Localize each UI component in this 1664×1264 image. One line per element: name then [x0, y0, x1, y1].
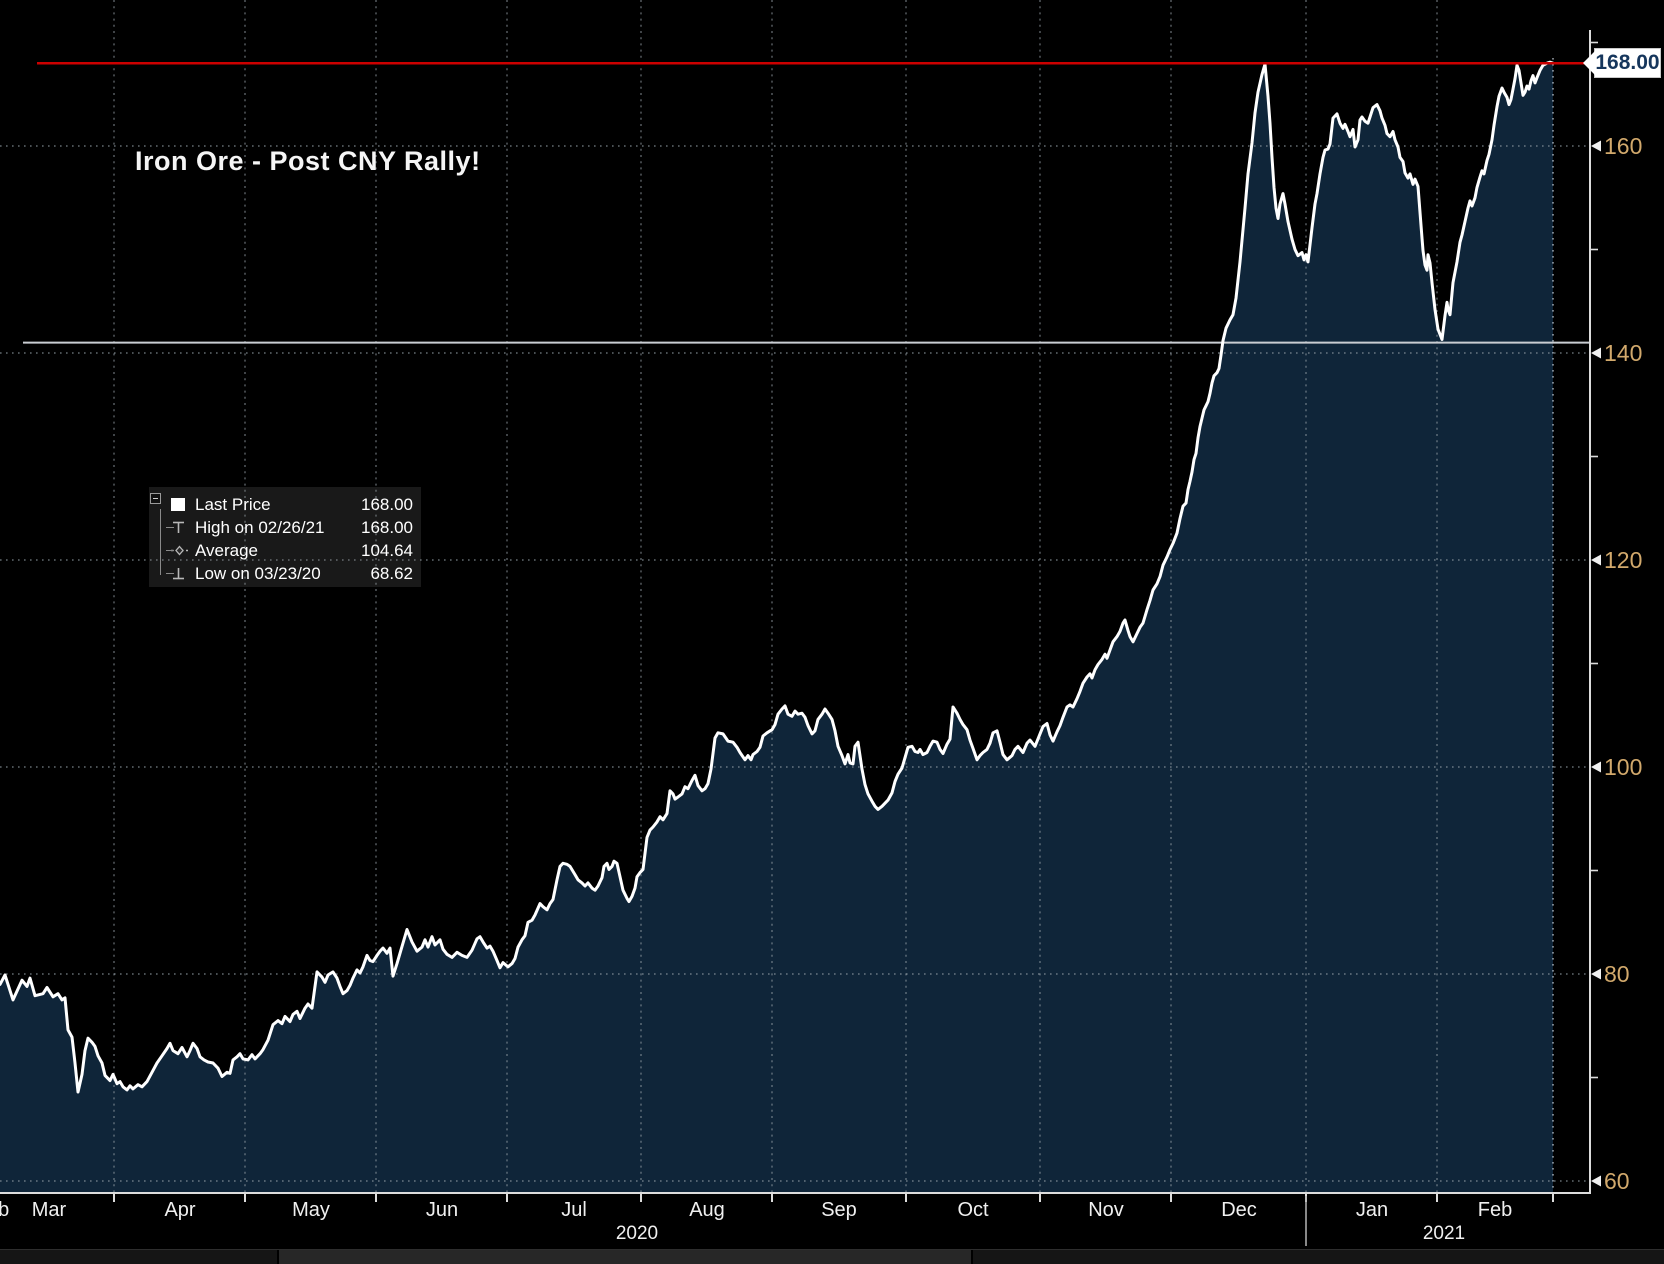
month-label: Feb [1478, 1199, 1512, 1221]
year-label: 2020 [616, 1223, 658, 1244]
y-axis-label: 60 [1604, 1168, 1630, 1194]
chart-title: Iron Ore - Post CNY Rally! [135, 146, 481, 177]
y-tick-arrow [1591, 141, 1601, 152]
legend-row-low-on-03-23-20[interactable]: Low on 03/23/2068.62 [155, 562, 413, 585]
legend-label: Low on 03/23/20 [195, 564, 370, 584]
month-label: Jan [1356, 1199, 1388, 1221]
legend-label: High on 02/26/21 [195, 518, 361, 538]
y-axis-label: 120 [1604, 547, 1642, 573]
horizontal-scrollbar[interactable] [0, 1249, 1664, 1264]
y-tick-arrow [1591, 555, 1601, 566]
legend-tree-stub [166, 550, 174, 551]
legend-value: 168.00 [361, 495, 413, 515]
y-axis-label: 80 [1604, 961, 1630, 987]
year-label: 2021 [1423, 1223, 1465, 1244]
legend-label: Last Price [195, 495, 361, 515]
y-tick-arrow [1591, 762, 1601, 773]
series-color-swatch-icon [171, 498, 185, 511]
chart-legend: Last Price168.00High on 02/26/21168.00Av… [149, 487, 421, 587]
y-axis-label: 160 [1604, 133, 1642, 159]
legend-value: 104.64 [361, 541, 413, 561]
y-axis-label: 140 [1604, 340, 1642, 366]
legend-tree-stub [166, 573, 174, 574]
legend-value: 168.00 [361, 518, 413, 538]
month-label: Jul [561, 1199, 587, 1221]
month-label: May [292, 1199, 330, 1221]
legend-row-average[interactable]: Average104.64 [155, 539, 413, 562]
month-label: Dec [1221, 1199, 1257, 1221]
legend-row-last-price[interactable]: Last Price168.00 [155, 493, 413, 516]
month-label: Jun [426, 1199, 458, 1221]
partial-month-label: Feb [0, 1199, 9, 1221]
month-label: Nov [1088, 1199, 1124, 1221]
last-price-badge: 168.00 [1594, 48, 1661, 78]
y-tick-arrow [1591, 1176, 1601, 1187]
month-label: Aug [689, 1199, 725, 1221]
y-tick-arrow [1591, 348, 1601, 359]
month-label: Apr [164, 1199, 195, 1221]
price-area-fill [0, 62, 1553, 1192]
y-tick-arrow [1591, 969, 1601, 980]
month-label: Oct [957, 1199, 989, 1221]
month-label: Mar [32, 1199, 67, 1221]
legend-tree-stub [166, 527, 174, 528]
legend-value: 68.62 [370, 564, 413, 584]
price-chart: 160 140 120 100 80 60 Mar Apr May Jun Jul Aug Sep Oct… [0, 0, 1664, 1264]
scrollbar-thumb[interactable] [277, 1250, 973, 1264]
y-axis-label: 100 [1604, 754, 1642, 780]
month-label: Sep [821, 1199, 857, 1221]
legend-row-high-on-02-26-21[interactable]: High on 02/26/21168.00 [155, 516, 413, 539]
bloomberg-chart-window: 160 140 120 100 80 60 Mar Apr May Jun Jul Aug Sep Oct… [0, 0, 1664, 1264]
legend-label: Average [195, 541, 361, 561]
